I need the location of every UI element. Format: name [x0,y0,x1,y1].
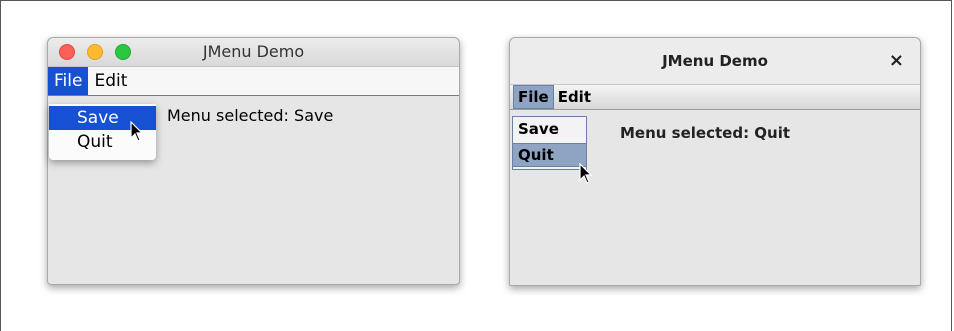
menu-edit[interactable]: Edit [554,85,595,109]
menu-item-quit[interactable]: Quit [513,143,586,167]
menu-edit[interactable]: Edit [88,67,133,95]
menu-file[interactable]: File [513,85,554,109]
menu-bar: File Edit [48,67,459,96]
arrow-cursor-icon [579,163,593,184]
menu-bar: File Edit [510,84,920,110]
close-icon[interactable]: × [889,50,904,71]
java-title-bar[interactable]: JMenu Demo × [510,38,920,84]
file-menu-dropdown: Save Quit [512,116,587,170]
status-label: Menu selected: Save [167,106,334,125]
window-title: JMenu Demo [662,52,768,70]
status-label: Menu selected: Quit [620,124,791,142]
mac-title-bar[interactable]: JMenu Demo [48,38,459,67]
menu-item-save[interactable]: Save [513,117,586,141]
menu-file[interactable]: File [48,67,89,95]
java-window: JMenu Demo × File Edit Menu selected: Qu… [509,37,921,286]
window-title: JMenu Demo [202,42,305,61]
arrow-cursor-icon [130,121,144,142]
mac-window: JMenu Demo File Edit Menu selected: Save… [47,37,460,285]
